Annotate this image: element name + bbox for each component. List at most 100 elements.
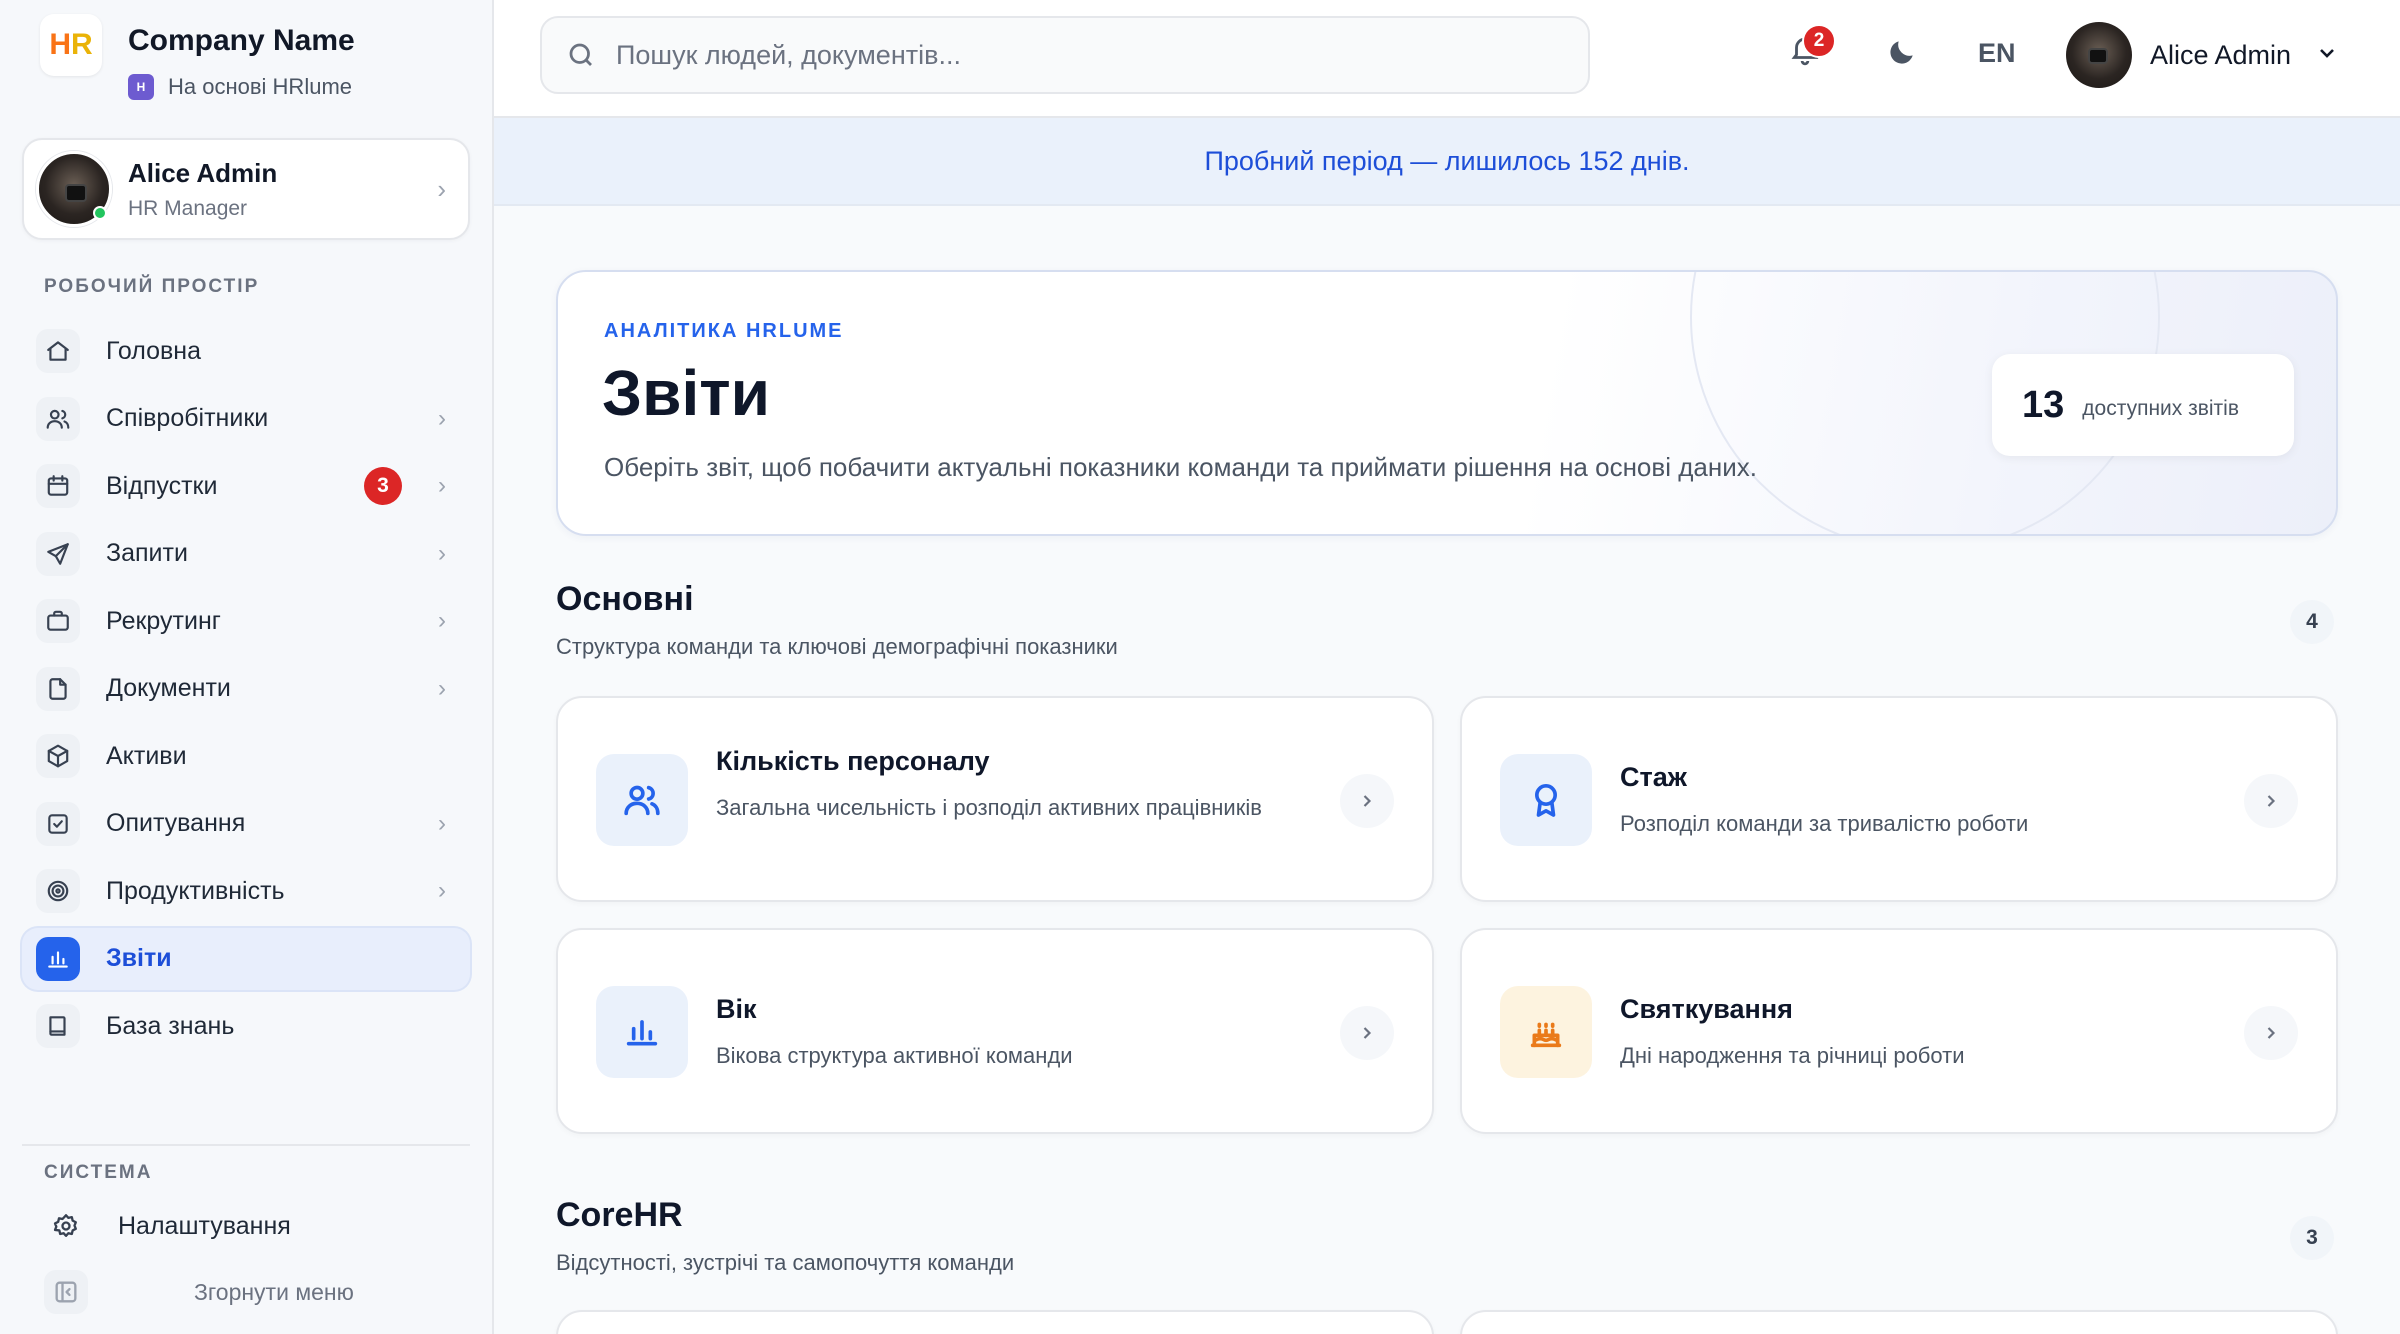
online-status-icon (93, 206, 107, 220)
sidebar-collapse-icon (44, 1270, 88, 1314)
theme-toggle-button[interactable] (1886, 36, 1918, 73)
company-logo[interactable]: HR (40, 14, 102, 76)
system-label: СИСТЕМА (44, 1162, 153, 1183)
hrlume-mini-logo-icon: H (128, 74, 154, 100)
sidebar-item-knowledge-base[interactable]: База знань (22, 995, 470, 1057)
sidebar-item-label: Співробітники (106, 404, 269, 432)
sidebar-item-recruiting[interactable]: Рекрутинг › (22, 590, 470, 652)
box-icon (36, 734, 80, 778)
sidebar-item-performance[interactable]: Продуктивність › (22, 860, 470, 922)
hero-description: Оберіть звіт, щоб побачити актуальні пок… (604, 452, 1757, 482)
report-card-headcount[interactable]: Кількість персоналу Загальна чисельність… (556, 696, 1434, 902)
sidebar-item-reports[interactable]: Звіти (22, 927, 470, 990)
chevron-down-icon (2315, 41, 2339, 70)
logo-letter-h: H (49, 28, 71, 61)
bar-chart-icon (596, 986, 688, 1078)
workspace-label: РОБОЧИЙ ПРОСТІР (44, 276, 260, 297)
sidebar-item-requests[interactable]: Запити › (22, 523, 470, 585)
search-input[interactable] (616, 39, 1516, 71)
report-card-celebrations[interactable]: Святкування Дні народження та річниці ро… (1460, 928, 2338, 1134)
chevron-right-icon: › (438, 404, 446, 432)
collapse-menu-label: Згорнути меню (194, 1278, 354, 1305)
notification-badge: 3 (364, 467, 402, 505)
section-title: CoreHR (556, 1196, 683, 1234)
user-menu[interactable]: Alice Admin (2066, 22, 2339, 88)
home-icon (36, 329, 80, 373)
logo-letter-r: R (71, 28, 93, 61)
reports-hero: АНАЛІТИКА HRLUME Звіти Оберіть звіт, щоб… (556, 270, 2338, 536)
stat-number: 13 (2022, 383, 2065, 426)
chevron-right-icon: › (438, 607, 446, 634)
chevron-right-icon: › (438, 674, 446, 702)
section-count-badge: 4 (2290, 600, 2334, 644)
report-card-description: Дні народження та річниці роботи (1620, 1043, 1965, 1068)
sidebar-item-home[interactable]: Головна (22, 320, 470, 382)
stat-label: доступних звітів (2082, 397, 2239, 420)
book-icon (36, 1004, 80, 1048)
hero-eyebrow: АНАЛІТИКА HRLUME (604, 320, 844, 342)
powered-by: H На основі HRlume (128, 74, 355, 100)
chevron-right-icon: › (438, 877, 446, 904)
sidebar-nav: Головна Співробітники › Відпустки 3 › За… (22, 320, 470, 1063)
sidebar-item-surveys[interactable]: Опитування › (22, 793, 470, 855)
sidebar-item-assets[interactable]: Активи (22, 725, 470, 787)
award-icon (1500, 754, 1592, 846)
notification-count-badge: 2 (1802, 24, 1836, 58)
company-name: Company Name (128, 24, 355, 57)
chevron-right-icon (2244, 1006, 2298, 1060)
users-icon (596, 754, 688, 846)
report-card-title: Кількість персоналу (716, 746, 990, 776)
sidebar-item-label: Опитування (106, 809, 246, 837)
profile-name: Alice Admin (128, 157, 278, 188)
sidebar-item-vacations[interactable]: Відпустки 3 › (22, 455, 470, 517)
report-card-description: Загальна чисельність і розподіл активних… (716, 795, 1262, 820)
report-card-age[interactable]: Вік Вікова структура активної команди (556, 928, 1434, 1134)
sidebar-item-label: Головна (106, 336, 201, 365)
gear-icon (44, 1204, 88, 1248)
target-icon (36, 869, 80, 913)
report-card-title: Вік (716, 994, 757, 1024)
report-card-partial[interactable] (556, 1310, 1434, 1334)
users-icon (36, 396, 80, 441)
chevron-right-icon: › (438, 539, 446, 567)
report-card-description: Розподіл команди за тривалістю роботи (1620, 811, 2029, 836)
powered-by-label: На основі HRlume (168, 74, 353, 99)
chevron-right-icon: › (438, 472, 446, 499)
chevron-right-icon: › (438, 809, 446, 837)
sidebar-item-label: Звіти (106, 944, 172, 972)
collapse-menu-button[interactable]: Згорнути меню (44, 1270, 354, 1314)
brand: HR Company Name H На основі HRlume (40, 14, 355, 100)
calendar-icon (36, 464, 80, 508)
sidebar-item-label: Активи (106, 741, 187, 770)
user-name: Alice Admin (2150, 39, 2292, 70)
sidebar-item-employees[interactable]: Співробітники › (22, 388, 470, 450)
available-reports-stat: 13 доступних звітів (1992, 354, 2294, 456)
sidebar-item-label: Рекрутинг (106, 606, 221, 635)
sidebar-divider (22, 1144, 470, 1146)
search-bar[interactable] (540, 16, 1590, 94)
profile-role: HR Manager (128, 196, 248, 220)
section-count-badge: 3 (2290, 1216, 2334, 1260)
avatar (36, 151, 112, 227)
search-icon (569, 43, 592, 66)
report-card-partial[interactable] (1460, 1310, 2338, 1334)
send-icon (36, 531, 80, 576)
checkbox-icon (36, 801, 80, 846)
file-icon (36, 666, 80, 711)
chevron-right-icon (2244, 774, 2298, 828)
avatar (2066, 22, 2132, 88)
moon-icon (1890, 41, 1913, 64)
language-switcher[interactable]: EN (1978, 38, 2016, 69)
sidebar-item-label: Запити (106, 539, 188, 567)
section-subtitle: Відсутності, зустрічі та самопочуття ком… (556, 1250, 1015, 1275)
sidebar-item-settings[interactable]: Налаштування (44, 1204, 291, 1248)
profile-card[interactable]: Alice Admin HR Manager › (22, 138, 470, 240)
section-subtitle: Структура команди та ключові демографічн… (556, 634, 1118, 659)
report-card-tenure[interactable]: Стаж Розподіл команди за тривалістю робо… (1460, 696, 2338, 902)
report-card-description: Вікова структура активної команди (716, 1043, 1073, 1068)
notifications-button[interactable]: 2 (1788, 24, 1836, 76)
bar-chart-icon (36, 936, 80, 981)
sidebar-item-label: Документи (106, 674, 231, 702)
sidebar-item-documents[interactable]: Документи › (22, 658, 470, 720)
briefcase-icon (36, 599, 80, 643)
